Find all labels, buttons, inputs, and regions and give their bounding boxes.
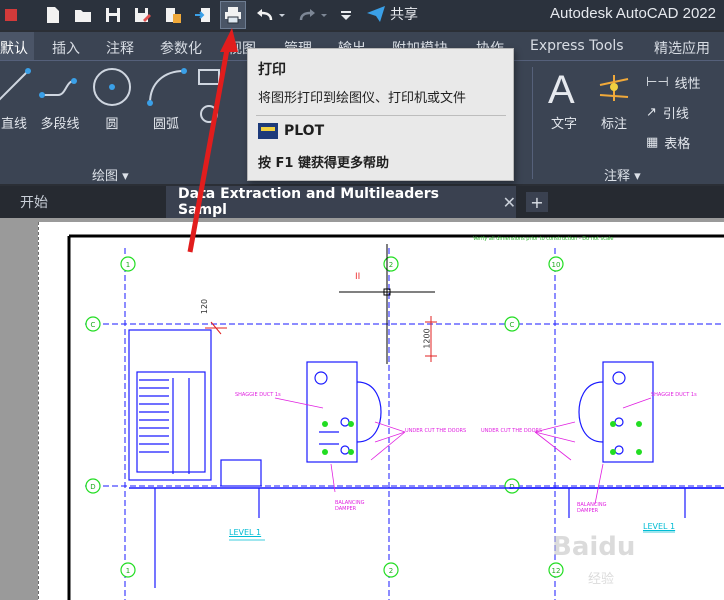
customize-icon[interactable] xyxy=(338,4,354,26)
quick-access-toolbar: 共享 Autodesk AutoCAD 2022 xyxy=(0,0,724,30)
dimension-button[interactable]: 标注 xyxy=(592,65,636,132)
tab-parametric[interactable]: 参数化 xyxy=(160,38,202,58)
tooltip-help: 按 F1 键获得更多帮助 xyxy=(258,156,389,171)
dimension-label: 标注 xyxy=(600,117,627,132)
crosshair-cursor xyxy=(339,244,435,364)
section-marker: II xyxy=(355,272,361,282)
share-label: 共享 xyxy=(390,7,418,23)
duct-tag-right: SHAGGIE DUCT 1s xyxy=(651,392,697,398)
dimension-icon xyxy=(599,75,629,101)
text-icon: A xyxy=(548,68,575,109)
grid-label-2-bottom: 2 xyxy=(389,567,393,575)
tooltip-command-text: PLOT xyxy=(284,123,325,139)
plot-tooltip: 打印 将图形打印到绘图仪、打印机或文件 PLOT 按 F1 键获得更多帮助 xyxy=(247,48,514,181)
redo-dropdown-icon[interactable] xyxy=(318,4,330,26)
web-mobile-icon[interactable] xyxy=(162,4,184,26)
line-button[interactable]: 直线 xyxy=(0,65,36,132)
close-tab-icon[interactable]: ✕ xyxy=(503,193,516,212)
polyline-label: 多段线 xyxy=(40,117,80,132)
saveas-icon[interactable] xyxy=(132,4,154,26)
linear-icon: ⊢⊣ xyxy=(646,75,669,90)
baidu-watermark-sub: 经验 xyxy=(588,572,615,587)
doors-tag-left: UNDER CUT THE DOORS xyxy=(405,428,467,434)
leader-button[interactable]: ↗ 引线 xyxy=(646,103,689,122)
publish-icon[interactable] xyxy=(192,4,214,26)
line-label: 直线 xyxy=(0,117,27,132)
grid-label-2: 2 xyxy=(389,261,393,269)
share-icon xyxy=(367,6,385,22)
tab-annotate[interactable]: 注释 xyxy=(106,38,134,58)
open-icon[interactable] xyxy=(72,4,94,26)
dimension-120: 120 xyxy=(200,298,210,315)
app-menu-icon[interactable] xyxy=(2,4,24,26)
circle-label: 圆 xyxy=(105,117,119,132)
tooltip-title: 打印 xyxy=(258,62,286,78)
arc-label: 圆弧 xyxy=(152,117,179,132)
dimension-1200: 1200 xyxy=(422,328,432,349)
grid-label-1: 1 xyxy=(126,261,130,269)
tab-express-tools[interactable]: Express Tools xyxy=(530,38,624,54)
new-tab-button[interactable]: + xyxy=(526,192,548,212)
svg-text:A: A xyxy=(548,68,575,109)
text-label: 文字 xyxy=(550,117,577,132)
tooltip-command: PLOT xyxy=(258,123,324,139)
damper-tag-right: BALANCING DAMPER xyxy=(577,502,607,514)
leader-icon: ↗ xyxy=(646,105,657,120)
annotation-panel-label[interactable]: 注释 ▾ xyxy=(604,165,641,184)
drawing-note: Verify all dimensions prior to construct… xyxy=(473,236,614,242)
autocad-window: 共享 Autodesk AutoCAD 2022 默认 插入 注释 参数化 视图… xyxy=(0,0,724,600)
level-label-left: LEVEL 1 xyxy=(229,528,262,537)
plot-icon[interactable] xyxy=(222,4,244,26)
duct-tag-left: SHAGGIE DUCT 1s xyxy=(235,392,281,398)
tooltip-divider xyxy=(256,115,506,116)
circle-icon xyxy=(93,68,131,106)
undo-icon[interactable] xyxy=(254,4,276,26)
ellipse-icon[interactable] xyxy=(200,105,218,123)
active-document-tab[interactable]: Data Extraction and Multileaders Sampl ✕ xyxy=(166,186,516,218)
grid-label-c-left: C xyxy=(91,321,96,329)
new-icon[interactable] xyxy=(42,4,64,26)
save-icon[interactable] xyxy=(102,4,124,26)
redo-icon[interactable] xyxy=(296,4,318,26)
tab-default[interactable]: 默认 xyxy=(0,32,34,60)
undo-dropdown-icon[interactable] xyxy=(276,4,288,26)
linear-button[interactable]: ⊢⊣ 线性 xyxy=(646,73,701,92)
damper-tag-left: BALANCING DAMPER xyxy=(335,500,365,512)
grid-label-10: 10 xyxy=(552,261,561,269)
command-icon xyxy=(258,123,278,139)
grid-label-1-bottom: 1 xyxy=(126,567,130,575)
tab-insert[interactable]: 插入 xyxy=(52,38,80,58)
polyline-button[interactable]: 多段线 xyxy=(38,65,82,132)
text-button[interactable]: A 文字 xyxy=(542,65,586,132)
grid-label-c-right: C xyxy=(510,321,515,329)
table-icon: ▦ xyxy=(646,135,659,150)
circle-button[interactable]: 圆 xyxy=(90,65,134,132)
panel-separator xyxy=(532,67,533,179)
grid-label-d-left: D xyxy=(90,483,95,491)
app-title: Autodesk AutoCAD 2022 xyxy=(550,5,716,22)
grid-label-12-bottom: 12 xyxy=(552,567,561,575)
tab-featured-apps[interactable]: 精选应用 xyxy=(654,38,710,58)
start-tab[interactable]: 开始 xyxy=(20,186,48,218)
level-label-right: LEVEL 1 xyxy=(643,522,676,531)
arc-button[interactable]: 圆弧 xyxy=(144,65,188,132)
draw-panel-label[interactable]: 绘图 ▾ xyxy=(92,165,129,184)
table-button[interactable]: ▦ 表格 xyxy=(646,133,690,152)
line-icon xyxy=(0,68,31,101)
polyline-icon xyxy=(39,78,77,98)
active-document-title: Data Extraction and Multileaders Sampl xyxy=(178,186,439,218)
baidu-watermark: Baidu xyxy=(552,532,636,562)
doors-tag-right: UNDER CUT THE DOORS xyxy=(481,428,543,434)
tooltip-description: 将图形打印到绘图仪、打印机或文件 xyxy=(258,91,467,106)
document-tabs: 开始 Data Extraction and Multileaders Samp… xyxy=(0,186,724,218)
grid-label-d-right: D xyxy=(509,483,514,491)
arc-icon xyxy=(147,68,187,106)
share-button[interactable]: 共享 xyxy=(366,4,418,24)
rectangle-icon[interactable] xyxy=(198,69,220,85)
